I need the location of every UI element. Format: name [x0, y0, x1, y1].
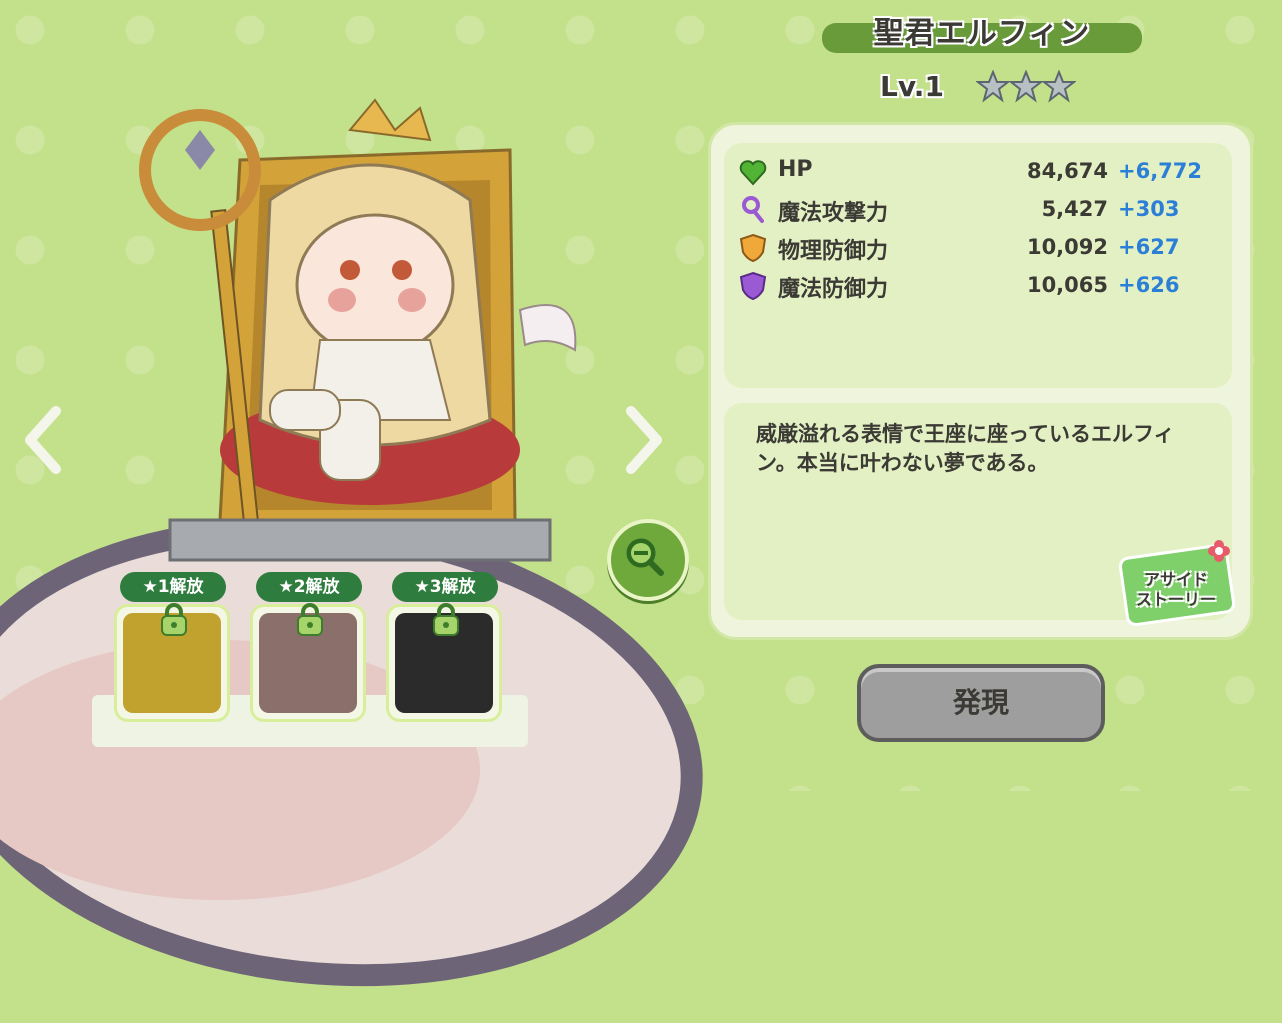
star-icon	[1041, 70, 1076, 103]
star-icon	[1008, 70, 1044, 103]
stat-bonus: +303	[1118, 197, 1180, 221]
chevron-right-icon	[626, 406, 662, 474]
character-description: 威厳溢れる表情で王座に座っているエルフィン。本当に叶わない夢である。	[756, 422, 1175, 475]
zoom-out-button[interactable]	[607, 519, 689, 601]
stat-label: 物理防御力	[778, 239, 889, 264]
character-artwork	[139, 98, 577, 562]
character-name: 聖君エルフィン	[873, 16, 1091, 51]
flower-icon	[1208, 540, 1230, 562]
next-arrow-button[interactable]	[625, 405, 665, 475]
magic-shield-icon	[739, 271, 767, 301]
stat-label: 魔法防御力	[778, 277, 889, 302]
zoom-out-icon	[626, 538, 664, 576]
aside-story-label: アサイド ストーリー	[1116, 570, 1236, 610]
lock-icon	[297, 603, 323, 636]
aside-story-line1: アサイド	[1143, 570, 1208, 589]
magic-key-icon	[742, 196, 764, 223]
stat-bonus: +6,772	[1118, 159, 1203, 183]
star-rating	[976, 70, 1076, 103]
tier-1-label: ★1解放	[120, 572, 226, 602]
previous-arrow-button[interactable]	[22, 405, 62, 475]
stat-magic-attack: 魔法攻撃力 5,427 +303	[738, 193, 1218, 227]
tier-3-label: ★3解放	[392, 572, 498, 602]
stat-value: 10,065	[1026, 273, 1108, 297]
tier-2-card[interactable]	[250, 603, 366, 722]
physical-shield-icon	[739, 233, 767, 263]
stat-label: HP	[778, 157, 813, 182]
stat-bonus: +626	[1118, 273, 1180, 297]
chevron-left-icon	[25, 406, 61, 474]
lock-icon	[433, 603, 459, 636]
aside-story-button[interactable]: アサイド ストーリー	[1116, 540, 1237, 628]
stat-value: 5,427	[1041, 197, 1108, 221]
stat-value: 84,674	[1026, 159, 1108, 183]
star-icon	[976, 70, 1011, 103]
stat-bonus: +627	[1118, 235, 1180, 259]
tier-1-card[interactable]	[114, 603, 230, 722]
manifest-button[interactable]: 発現	[857, 664, 1105, 742]
aside-story-line2: ストーリー	[1135, 590, 1216, 609]
stat-hp: HP 84,674 +6,772	[738, 155, 1218, 189]
stat-value: 10,092	[1026, 235, 1108, 259]
tier-3-card[interactable]	[386, 603, 502, 722]
lock-icon	[161, 603, 187, 636]
tier-2-label: ★2解放	[256, 572, 362, 602]
stat-magic-defense: 魔法防御力 10,065 +626	[738, 269, 1218, 303]
heart-icon	[739, 160, 767, 186]
character-level: Lv.1	[880, 70, 944, 103]
stat-physical-defense: 物理防御力 10,092 +627	[738, 231, 1218, 265]
stat-label: 魔法攻撃力	[778, 201, 889, 226]
